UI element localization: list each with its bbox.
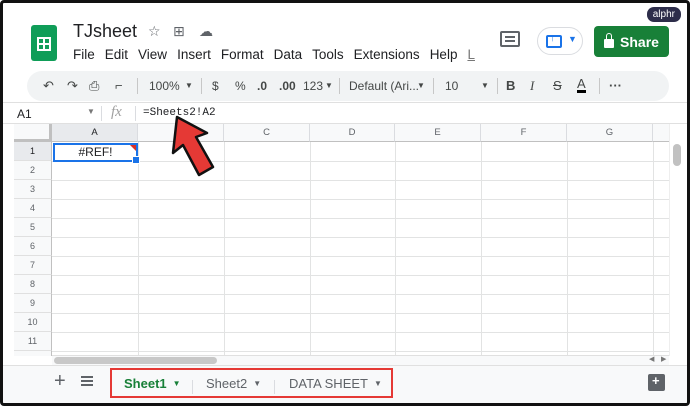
menu-extensions[interactable]: Extensions bbox=[354, 47, 420, 62]
sheet-tab-sheet1[interactable]: Sheet1 ▼ bbox=[124, 376, 181, 391]
increase-decimal-button[interactable]: .00 bbox=[279, 79, 296, 93]
menu-format[interactable]: Format bbox=[221, 47, 264, 62]
column-header-h[interactable] bbox=[653, 124, 669, 142]
row-header-4[interactable]: 4 bbox=[14, 199, 52, 218]
red-arrow-annotation bbox=[171, 115, 215, 177]
app-window: alphr TJsheet ☆ ⊞ ☁ File Edit View Inser… bbox=[0, 0, 690, 406]
vertical-scroll-thumb[interactable] bbox=[673, 144, 681, 166]
spreadsheet-grid[interactable]: A B C D E F G 1 2 3 4 5 6 7 8 9 10 11 12 bbox=[14, 124, 669, 356]
function-icon: fx bbox=[111, 104, 122, 120]
row-header-10[interactable]: 10 bbox=[14, 313, 52, 332]
print-icon[interactable]: ⎙ bbox=[89, 78, 99, 94]
chevron-down-icon[interactable]: ▼ bbox=[173, 379, 181, 388]
sheet-tab-sheet2[interactable]: Sheet2 ▼ bbox=[206, 376, 261, 391]
row-header-12[interactable]: 12 bbox=[14, 351, 52, 356]
document-title[interactable]: TJsheet bbox=[73, 21, 137, 42]
percent-format-button[interactable]: % bbox=[235, 79, 246, 93]
decrease-decimal-button[interactable]: .0 bbox=[257, 79, 267, 93]
explore-icon[interactable] bbox=[648, 373, 665, 391]
font-size-select[interactable]: 10 bbox=[445, 79, 458, 93]
cell-a1[interactable]: #REF! bbox=[53, 143, 140, 164]
row-header-8[interactable]: 8 bbox=[14, 275, 52, 294]
more-options-button[interactable]: ··· bbox=[609, 78, 622, 93]
column-header-g[interactable]: G bbox=[567, 124, 653, 142]
menu-insert[interactable]: Insert bbox=[177, 47, 211, 62]
header: TJsheet ☆ ⊞ ☁ File Edit View Insert Form… bbox=[3, 3, 687, 71]
lock-icon bbox=[604, 33, 615, 48]
column-header-e[interactable]: E bbox=[395, 124, 481, 142]
zoom-select[interactable]: 100% bbox=[149, 79, 180, 93]
name-box[interactable]: A1 bbox=[17, 107, 32, 121]
row-header-3[interactable]: 3 bbox=[14, 180, 52, 199]
column-header-c[interactable]: C bbox=[224, 124, 310, 142]
chevron-down-icon: ▼ bbox=[568, 34, 577, 44]
cell-a1-value: #REF! bbox=[78, 145, 113, 159]
select-all-corner[interactable] bbox=[14, 124, 52, 142]
chevron-down-icon[interactable]: ▼ bbox=[417, 81, 425, 90]
more-formats-button[interactable]: 123 bbox=[303, 79, 323, 93]
row-header-1[interactable]: 1 bbox=[14, 142, 52, 161]
redo-icon[interactable]: ↷ bbox=[67, 78, 78, 94]
row-header-2[interactable]: 2 bbox=[14, 161, 52, 180]
sheet-tabs-highlight: Sheet1 ▼ Sheet2 ▼ DATA SHEET ▼ bbox=[110, 368, 393, 398]
menu-last-edit[interactable]: L bbox=[467, 47, 475, 62]
chevron-down-icon[interactable]: ▼ bbox=[185, 81, 193, 90]
share-label: Share bbox=[620, 33, 659, 50]
vertical-scrollbar[interactable] bbox=[669, 124, 683, 356]
text-color-button[interactable]: A bbox=[577, 77, 586, 93]
chevron-down-icon[interactable]: ▼ bbox=[374, 379, 382, 388]
chevron-down-icon[interactable]: ▼ bbox=[253, 379, 261, 388]
column-header-f[interactable]: F bbox=[481, 124, 567, 142]
scroll-left-icon[interactable]: ◀ bbox=[649, 355, 654, 363]
menu-help[interactable]: Help bbox=[430, 47, 458, 62]
sheet-tab-label: Sheet1 bbox=[124, 376, 167, 391]
error-indicator-icon[interactable] bbox=[130, 145, 136, 151]
present-button[interactable]: ▼ bbox=[537, 27, 583, 55]
row-header-7[interactable]: 7 bbox=[14, 256, 52, 275]
paint-format-icon[interactable]: ⌐ bbox=[115, 78, 123, 93]
watermark-badge: alphr bbox=[646, 7, 681, 22]
row-header-6[interactable]: 6 bbox=[14, 237, 52, 256]
menu-edit[interactable]: Edit bbox=[105, 47, 128, 62]
row-header-5[interactable]: 5 bbox=[14, 218, 52, 237]
undo-icon[interactable]: ↶ bbox=[43, 78, 54, 94]
menu-file[interactable]: File bbox=[73, 47, 95, 62]
horizontal-scroll-thumb[interactable] bbox=[54, 357, 217, 364]
move-folder-icon[interactable]: ⊞ bbox=[173, 23, 185, 40]
row-header-11[interactable]: 11 bbox=[14, 332, 52, 351]
sheet-tab-label: DATA SHEET bbox=[289, 376, 368, 391]
chevron-down-icon[interactable]: ▼ bbox=[87, 107, 95, 116]
font-family-select[interactable]: Default (Ari... bbox=[349, 79, 419, 93]
sheet-tab-data-sheet[interactable]: DATA SHEET ▼ bbox=[289, 376, 382, 391]
sheet-tab-label: Sheet2 bbox=[206, 376, 248, 391]
menu-bar: File Edit View Insert Format Data Tools … bbox=[73, 47, 475, 62]
toolbar: ↶ ↷ ⎙ ⌐ 100% ▼ $ % .0 .00 123 ▼ Default … bbox=[27, 71, 669, 101]
add-sheet-icon[interactable]: + bbox=[54, 370, 66, 393]
cloud-status-icon[interactable]: ☁ bbox=[199, 23, 213, 40]
sheet-tab-bar: + Sheet1 ▼ Sheet2 ▼ DATA SHEET ▼ bbox=[3, 365, 687, 403]
menu-tools[interactable]: Tools bbox=[312, 47, 344, 62]
star-icon[interactable]: ☆ bbox=[148, 23, 161, 40]
menu-view[interactable]: View bbox=[138, 47, 167, 62]
row-header-9[interactable]: 9 bbox=[14, 294, 52, 313]
present-icon bbox=[546, 33, 562, 48]
italic-button[interactable]: I bbox=[530, 78, 534, 94]
comment-history-icon[interactable] bbox=[500, 31, 520, 47]
currency-format-button[interactable]: $ bbox=[212, 79, 219, 93]
formula-bar: A1 ▼ fx =Sheets2!A2 bbox=[3, 102, 687, 124]
menu-data[interactable]: Data bbox=[274, 47, 303, 62]
chevron-down-icon[interactable]: ▼ bbox=[481, 81, 489, 90]
column-header-a[interactable]: A bbox=[52, 124, 138, 142]
scroll-right-icon[interactable]: ▶ bbox=[661, 355, 666, 363]
all-sheets-icon[interactable] bbox=[81, 376, 93, 388]
bold-button[interactable]: B bbox=[506, 78, 515, 93]
column-header-d[interactable]: D bbox=[310, 124, 395, 142]
share-button[interactable]: Share bbox=[594, 26, 669, 57]
chevron-down-icon[interactable]: ▼ bbox=[325, 81, 333, 90]
sheets-logo-icon[interactable] bbox=[31, 25, 57, 61]
horizontal-scrollbar[interactable] bbox=[52, 355, 669, 365]
strikethrough-button[interactable]: S bbox=[553, 78, 562, 93]
